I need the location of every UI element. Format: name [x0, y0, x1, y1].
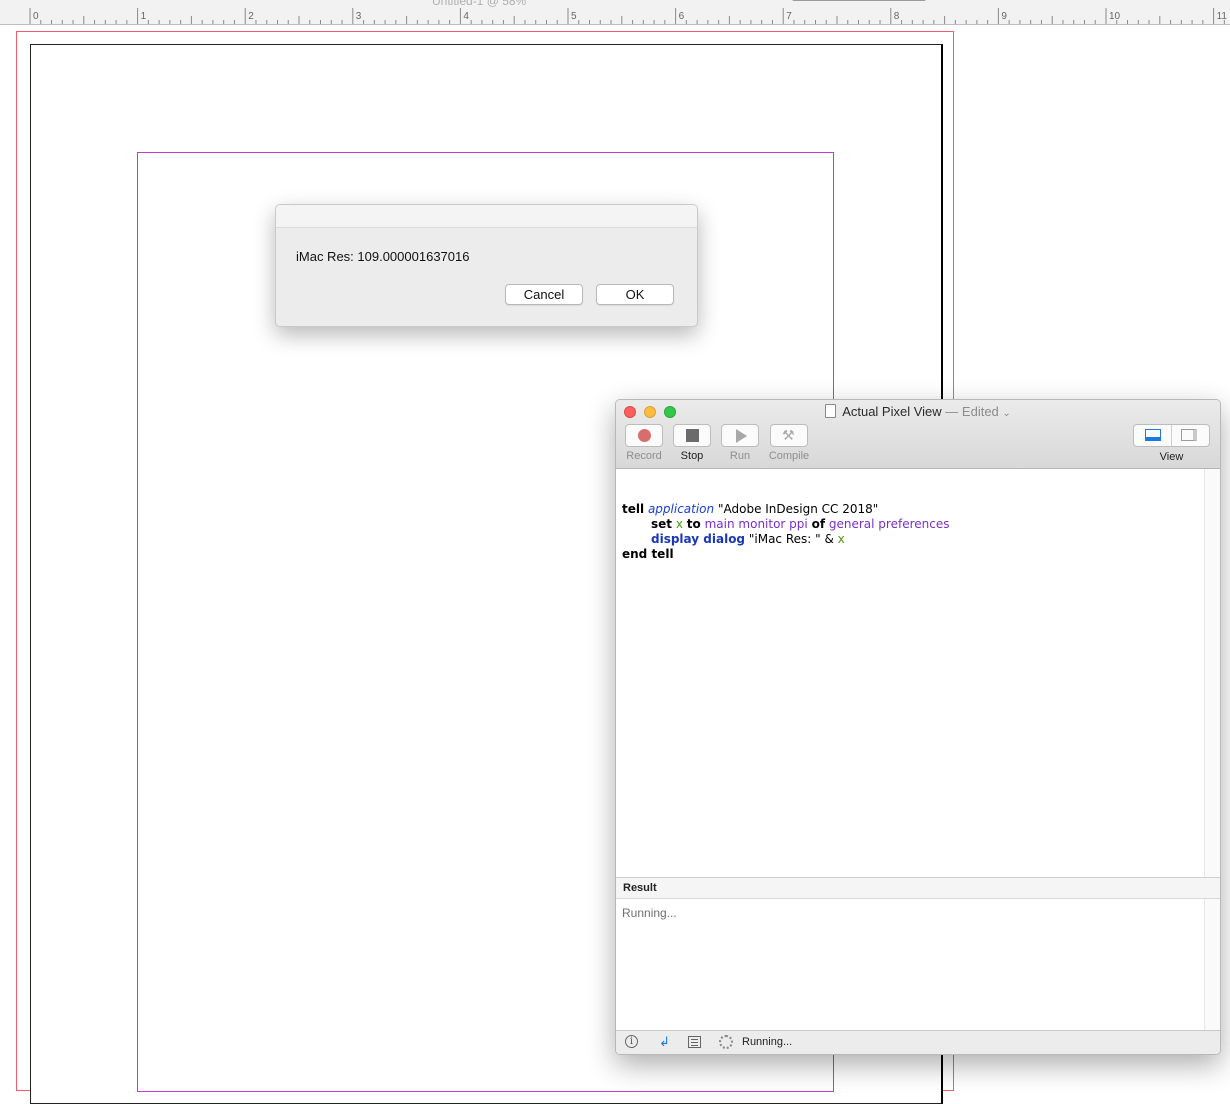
record-icon	[638, 429, 651, 442]
script-code: tell application "Adobe InDesign CC 2018…	[622, 502, 949, 562]
ruler-number: 0	[33, 11, 39, 22]
dialog-titlebar[interactable]	[276, 205, 697, 228]
ruler-number: 6	[679, 11, 685, 22]
ruler-number: 8	[894, 11, 900, 22]
status-bar: i ↲ Running...	[616, 1030, 1220, 1054]
list-icon[interactable]	[688, 1036, 701, 1048]
ruler-number: 3	[356, 11, 362, 22]
ok-button[interactable]: OK	[596, 284, 674, 305]
window-tab-indicator	[792, 0, 926, 1]
hammer-icon: ⚒	[782, 427, 795, 443]
result-scrollbar[interactable]	[1204, 899, 1220, 1030]
ruler-number: 11	[1217, 11, 1228, 22]
ruler-number: 2	[248, 11, 254, 22]
ruler-number: 1	[141, 11, 147, 22]
ruler-number: 9	[1001, 11, 1007, 22]
run-label: Run	[729, 450, 751, 462]
code-line-4: end tell	[622, 547, 674, 561]
document-window-title: Untitled-1 @ 58%	[432, 0, 527, 8]
run-tool[interactable]: Run	[712, 424, 768, 462]
segment-divider	[1171, 425, 1172, 446]
horizontal-ruler[interactable]: 0 1 2 3 4 5 6 7 8 9 10 11 Untitled-1 @ 58%	[0, 0, 1230, 25]
code-line-2: set x to main monitor ppi of general pre…	[651, 517, 950, 531]
result-pane-header[interactable]: Result	[616, 877, 1220, 899]
bottom-pane-view-icon[interactable]	[1145, 429, 1161, 441]
document-icon	[825, 404, 837, 418]
edited-status: Edited	[961, 404, 999, 419]
status-text: Running...	[742, 1036, 793, 1048]
ruler-number: 5	[571, 11, 577, 22]
view-label: View	[1159, 451, 1184, 463]
return-arrow-icon[interactable]: ↲	[659, 1035, 670, 1049]
script-editor-window: Actual Pixel View — Edited ⌄ Record Stop…	[615, 399, 1221, 1055]
title-separator: —	[945, 404, 959, 419]
display-dialog: iMac Res: 109.000001637016 Cancel OK	[275, 204, 698, 327]
info-icon[interactable]: i	[625, 1035, 638, 1048]
record-button[interactable]	[625, 424, 663, 447]
compile-button[interactable]: ⚒	[770, 424, 808, 447]
side-pane-view-icon[interactable]	[1181, 429, 1197, 441]
chevron-down-icon: ⌄	[1002, 408, 1011, 419]
code-line-1: tell application "Adobe InDesign CC 2018…	[622, 502, 879, 516]
compile-tool[interactable]: ⚒ Compile	[761, 424, 817, 462]
run-button[interactable]	[721, 424, 759, 447]
dialog-message: iMac Res: 109.000001637016	[296, 249, 470, 264]
view-segmented-control[interactable]	[1133, 424, 1210, 447]
result-pane[interactable]: Running...	[616, 899, 1204, 1030]
result-text: Running...	[622, 906, 677, 920]
view-tool[interactable]: View	[1133, 424, 1210, 463]
editor-scrollbar[interactable]	[1204, 469, 1220, 877]
code-line-3: display dialog "iMac Res: " & x	[651, 532, 845, 546]
result-label: Result	[623, 882, 657, 894]
ruler-number: 7	[786, 11, 792, 22]
window-title[interactable]: Actual Pixel View — Edited ⌄	[616, 404, 1220, 419]
stop-button[interactable]	[673, 424, 711, 447]
stop-icon	[686, 429, 699, 442]
ruler-number: 4	[463, 11, 469, 22]
window-title-text: Actual Pixel View	[842, 404, 942, 419]
compile-label: Compile	[768, 450, 810, 462]
cancel-button[interactable]: Cancel	[505, 284, 583, 305]
script-editor-text-area[interactable]: tell application "Adobe InDesign CC 2018…	[616, 469, 1204, 877]
play-icon	[736, 429, 747, 443]
ruler-ticks: 0 1 2 3 4 5 6 7 8 9 10 11	[29, 8, 1228, 24]
ruler-number: 10	[1109, 11, 1121, 22]
window-toolbar: Actual Pixel View — Edited ⌄ Record Stop…	[616, 400, 1220, 469]
spinner-icon	[719, 1035, 733, 1049]
